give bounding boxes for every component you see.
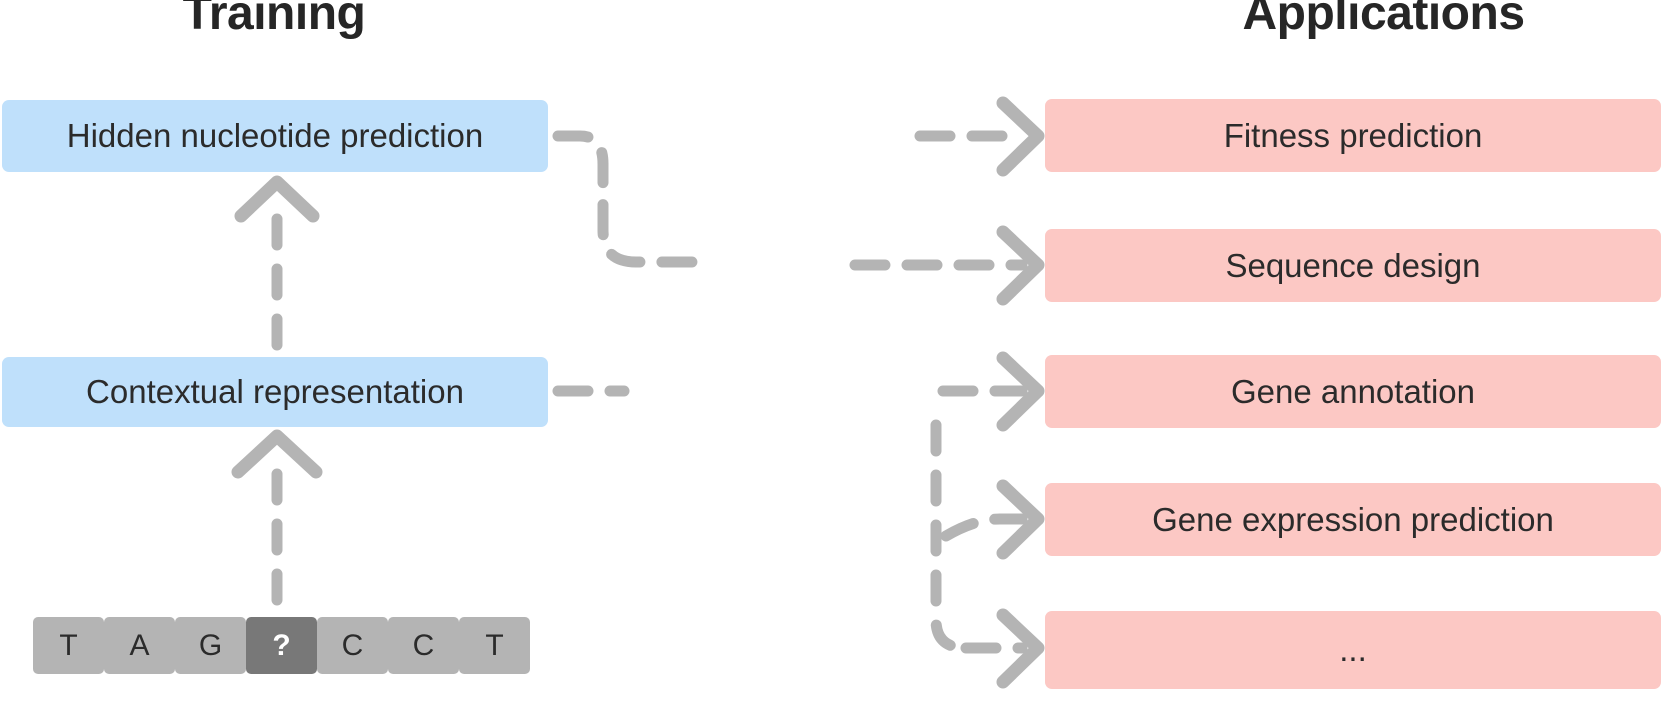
node-label: Fitness prediction bbox=[1223, 116, 1483, 154]
arrow-right-icon-gene-annotation bbox=[937, 351, 1045, 432]
sequence-cell[interactable]: T bbox=[33, 617, 104, 674]
section-title-training: Training bbox=[182, 0, 366, 40]
node-label: Gene expression prediction bbox=[1152, 500, 1554, 538]
diagram-canvas: Training Applications Hidden nucleotide … bbox=[0, 0, 1661, 726]
node-label: Contextual representation bbox=[86, 373, 464, 410]
arrow-right-icon-gene-expression bbox=[940, 479, 1045, 560]
node-label: Hidden nucleotide prediction bbox=[66, 117, 484, 154]
arrow-right-icon-sequence-design bbox=[849, 225, 1045, 306]
sequence-cell[interactable]: C bbox=[317, 617, 388, 674]
arrow-right-icon-fitness bbox=[914, 96, 1045, 177]
sequence-cell-masked[interactable]: ? bbox=[246, 617, 317, 674]
training-node-hidden-nucleotide-prediction[interactable]: Hidden nucleotide prediction bbox=[2, 100, 548, 172]
arrow-up-icon-contextual-to-hidden bbox=[234, 175, 320, 351]
application-node-more[interactable]: ... bbox=[1045, 611, 1661, 689]
node-label: ... bbox=[1339, 631, 1367, 668]
dna-sequence-track: T A G? C C T bbox=[33, 617, 530, 674]
sequence-cell[interactable]: C bbox=[388, 617, 459, 674]
dashed-connector-icon-hidden-branch bbox=[552, 130, 700, 268]
application-node-sequence-design[interactable]: Sequence design bbox=[1045, 229, 1661, 302]
application-node-fitness-prediction[interactable]: Fitness prediction bbox=[1045, 99, 1661, 172]
arrow-up-icon-sequence-to-contextual bbox=[231, 429, 323, 606]
sequence-cell[interactable]: A bbox=[104, 617, 175, 674]
dashed-connector-icon-lower-trunk bbox=[930, 419, 992, 654]
training-node-contextual-representation[interactable]: Contextual representation bbox=[2, 357, 548, 427]
section-title-applications: Applications bbox=[1242, 0, 1525, 40]
sequence-cell[interactable]: T bbox=[459, 617, 530, 674]
node-label: Gene annotation bbox=[1230, 372, 1476, 410]
node-label: Sequence design bbox=[1225, 246, 1481, 284]
application-node-gene-expression-prediction[interactable]: Gene expression prediction bbox=[1045, 483, 1661, 556]
sequence-cell[interactable]: G bbox=[175, 617, 246, 674]
application-node-gene-annotation[interactable]: Gene annotation bbox=[1045, 355, 1661, 428]
arrow-right-icon-ellipsis bbox=[960, 608, 1045, 689]
